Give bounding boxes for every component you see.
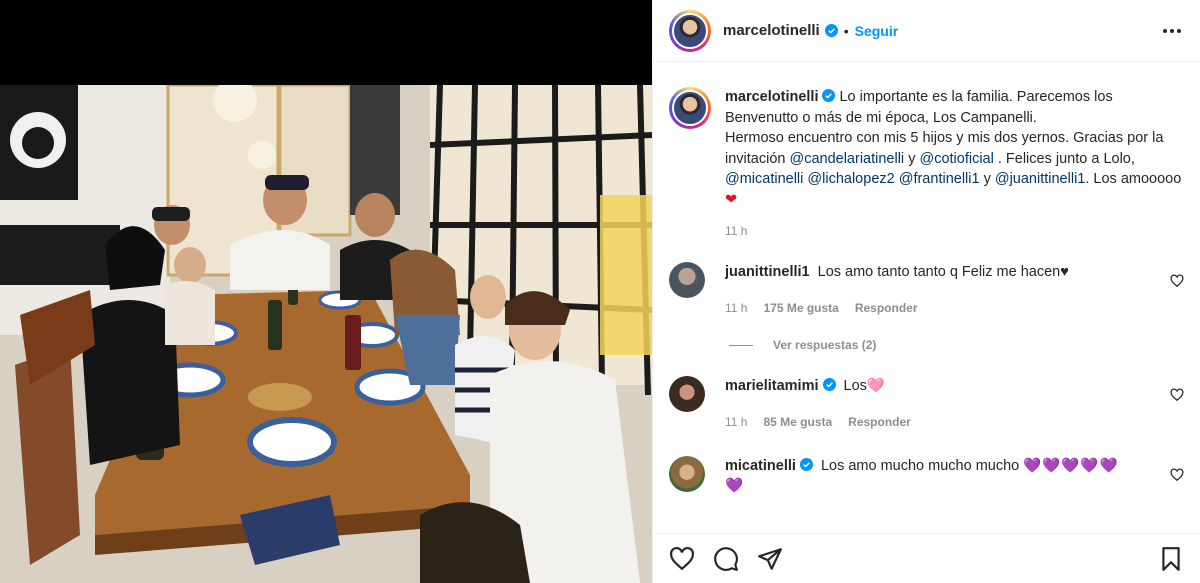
instagram-post-modal: marcelotinelli • Seguir marcelotinelli Lo… xyxy=(0,0,1200,583)
post-caption: marcelotinelli Lo importante es la famili… xyxy=(669,63,1184,238)
mention-frantinelli1[interactable]: @frantinelli1 xyxy=(899,171,980,187)
comment-body: micatinelli Los amo mucho mucho mucho 💜💜… xyxy=(725,456,1165,496)
purple-hearts-emoji: 💜💜💜💜💜 xyxy=(1023,458,1119,474)
post-photo[interactable] xyxy=(0,85,652,583)
action-bar xyxy=(653,533,1200,583)
mention-juanittinelli1[interactable]: @juanittinelli1 xyxy=(995,171,1086,187)
comment-icon[interactable] xyxy=(713,546,739,572)
author-avatar[interactable] xyxy=(669,9,711,52)
more-icon[interactable] xyxy=(1160,19,1184,43)
heart-icon[interactable] xyxy=(1170,388,1184,402)
comment-likes[interactable]: 85 Me gusta xyxy=(763,412,832,432)
comment-item: juanittinelli1 Los amo tanto tanto q Fel… xyxy=(669,262,1184,352)
comment-avatar[interactable] xyxy=(669,262,705,298)
share-icon[interactable] xyxy=(757,546,783,572)
reply-button[interactable]: Responder xyxy=(848,412,911,432)
comment-item: micatinelli Los amo mucho mucho mucho 💜💜… xyxy=(669,456,1184,496)
comment-body: marielitamimi Los🩷 11 h 85 Me gusta Resp… xyxy=(725,376,1165,432)
caption-y-2: y xyxy=(983,171,991,187)
comment-likes[interactable]: 175 Me gusta xyxy=(763,298,838,318)
caption-line-4: . Los amooooo xyxy=(1085,171,1182,187)
caption-username[interactable]: marcelotinelli xyxy=(725,89,818,105)
comment-username[interactable]: micatinelli xyxy=(725,458,796,474)
comment-username[interactable]: juanittinelli1 xyxy=(725,264,810,280)
heart-icon[interactable] xyxy=(1170,274,1184,288)
comment-item: marielitamimi Los🩷 11 h 85 Me gusta Resp… xyxy=(669,376,1184,432)
comment-meta: 11 h 85 Me gusta Responder xyxy=(725,412,1165,432)
comment-text: Los amo tanto tanto q Feliz me hacen♥ xyxy=(817,264,1069,280)
comment-body: juanittinelli1 Los amo tanto tanto q Fel… xyxy=(725,262,1165,318)
heart-icon[interactable] xyxy=(669,546,695,572)
post-header: marcelotinelli • Seguir xyxy=(653,0,1200,62)
mention-candelariatinelli[interactable]: @candelariatinelli xyxy=(789,151,904,167)
comment-text: Los amo mucho mucho mucho xyxy=(820,458,1020,474)
verified-icon xyxy=(822,89,836,102)
follow-button[interactable]: Seguir xyxy=(855,23,899,39)
avatar-image xyxy=(672,12,708,49)
view-replies-button[interactable]: Ver respuestas (2) xyxy=(729,338,1184,352)
post-side-panel: marcelotinelli • Seguir marcelotinelli Lo… xyxy=(652,0,1200,583)
author-username[interactable]: marcelotinelli xyxy=(723,22,820,39)
avatar-image xyxy=(672,90,708,126)
heart-icon[interactable] xyxy=(1170,468,1184,482)
caption-text: marcelotinelli Lo importante es la famili… xyxy=(725,87,1184,210)
mention-lichalopez2[interactable]: @lichalopez2 xyxy=(807,171,894,187)
replies-divider xyxy=(729,344,753,346)
reply-button[interactable]: Responder xyxy=(855,298,918,318)
separator-dot: • xyxy=(843,22,849,39)
comment-avatar[interactable] xyxy=(669,376,705,412)
caption-line-3: . Felices junto a Lolo, xyxy=(997,150,1135,167)
comment-time[interactable]: 11 h xyxy=(725,298,747,318)
post-media xyxy=(0,0,652,583)
caption-time[interactable]: 11 h xyxy=(725,224,1184,238)
mention-micatinelli[interactable]: @micatinelli xyxy=(725,171,803,187)
comment-meta: 11 h 175 Me gusta Responder xyxy=(725,298,1165,318)
verified-icon xyxy=(822,378,836,391)
comments-list[interactable]: marcelotinelli Lo importante es la famili… xyxy=(653,63,1200,533)
mention-cotioficial[interactable]: @cotioficial xyxy=(919,151,993,167)
comment-text: Los🩷 xyxy=(843,378,885,394)
comment-username[interactable]: marielitamimi xyxy=(725,378,819,394)
verified-icon xyxy=(824,24,838,37)
red-heart-emoji: ❤ xyxy=(725,191,738,208)
comment-time[interactable]: 11 h xyxy=(725,412,747,432)
caption-avatar[interactable] xyxy=(669,87,711,129)
caption-y-1: y xyxy=(908,150,916,167)
purple-heart-emoji: 💜 xyxy=(725,478,745,494)
comment-avatar[interactable] xyxy=(669,456,705,492)
view-replies-label: Ver respuestas (2) xyxy=(773,338,877,352)
bookmark-icon[interactable] xyxy=(1158,546,1184,572)
verified-icon xyxy=(799,458,813,471)
